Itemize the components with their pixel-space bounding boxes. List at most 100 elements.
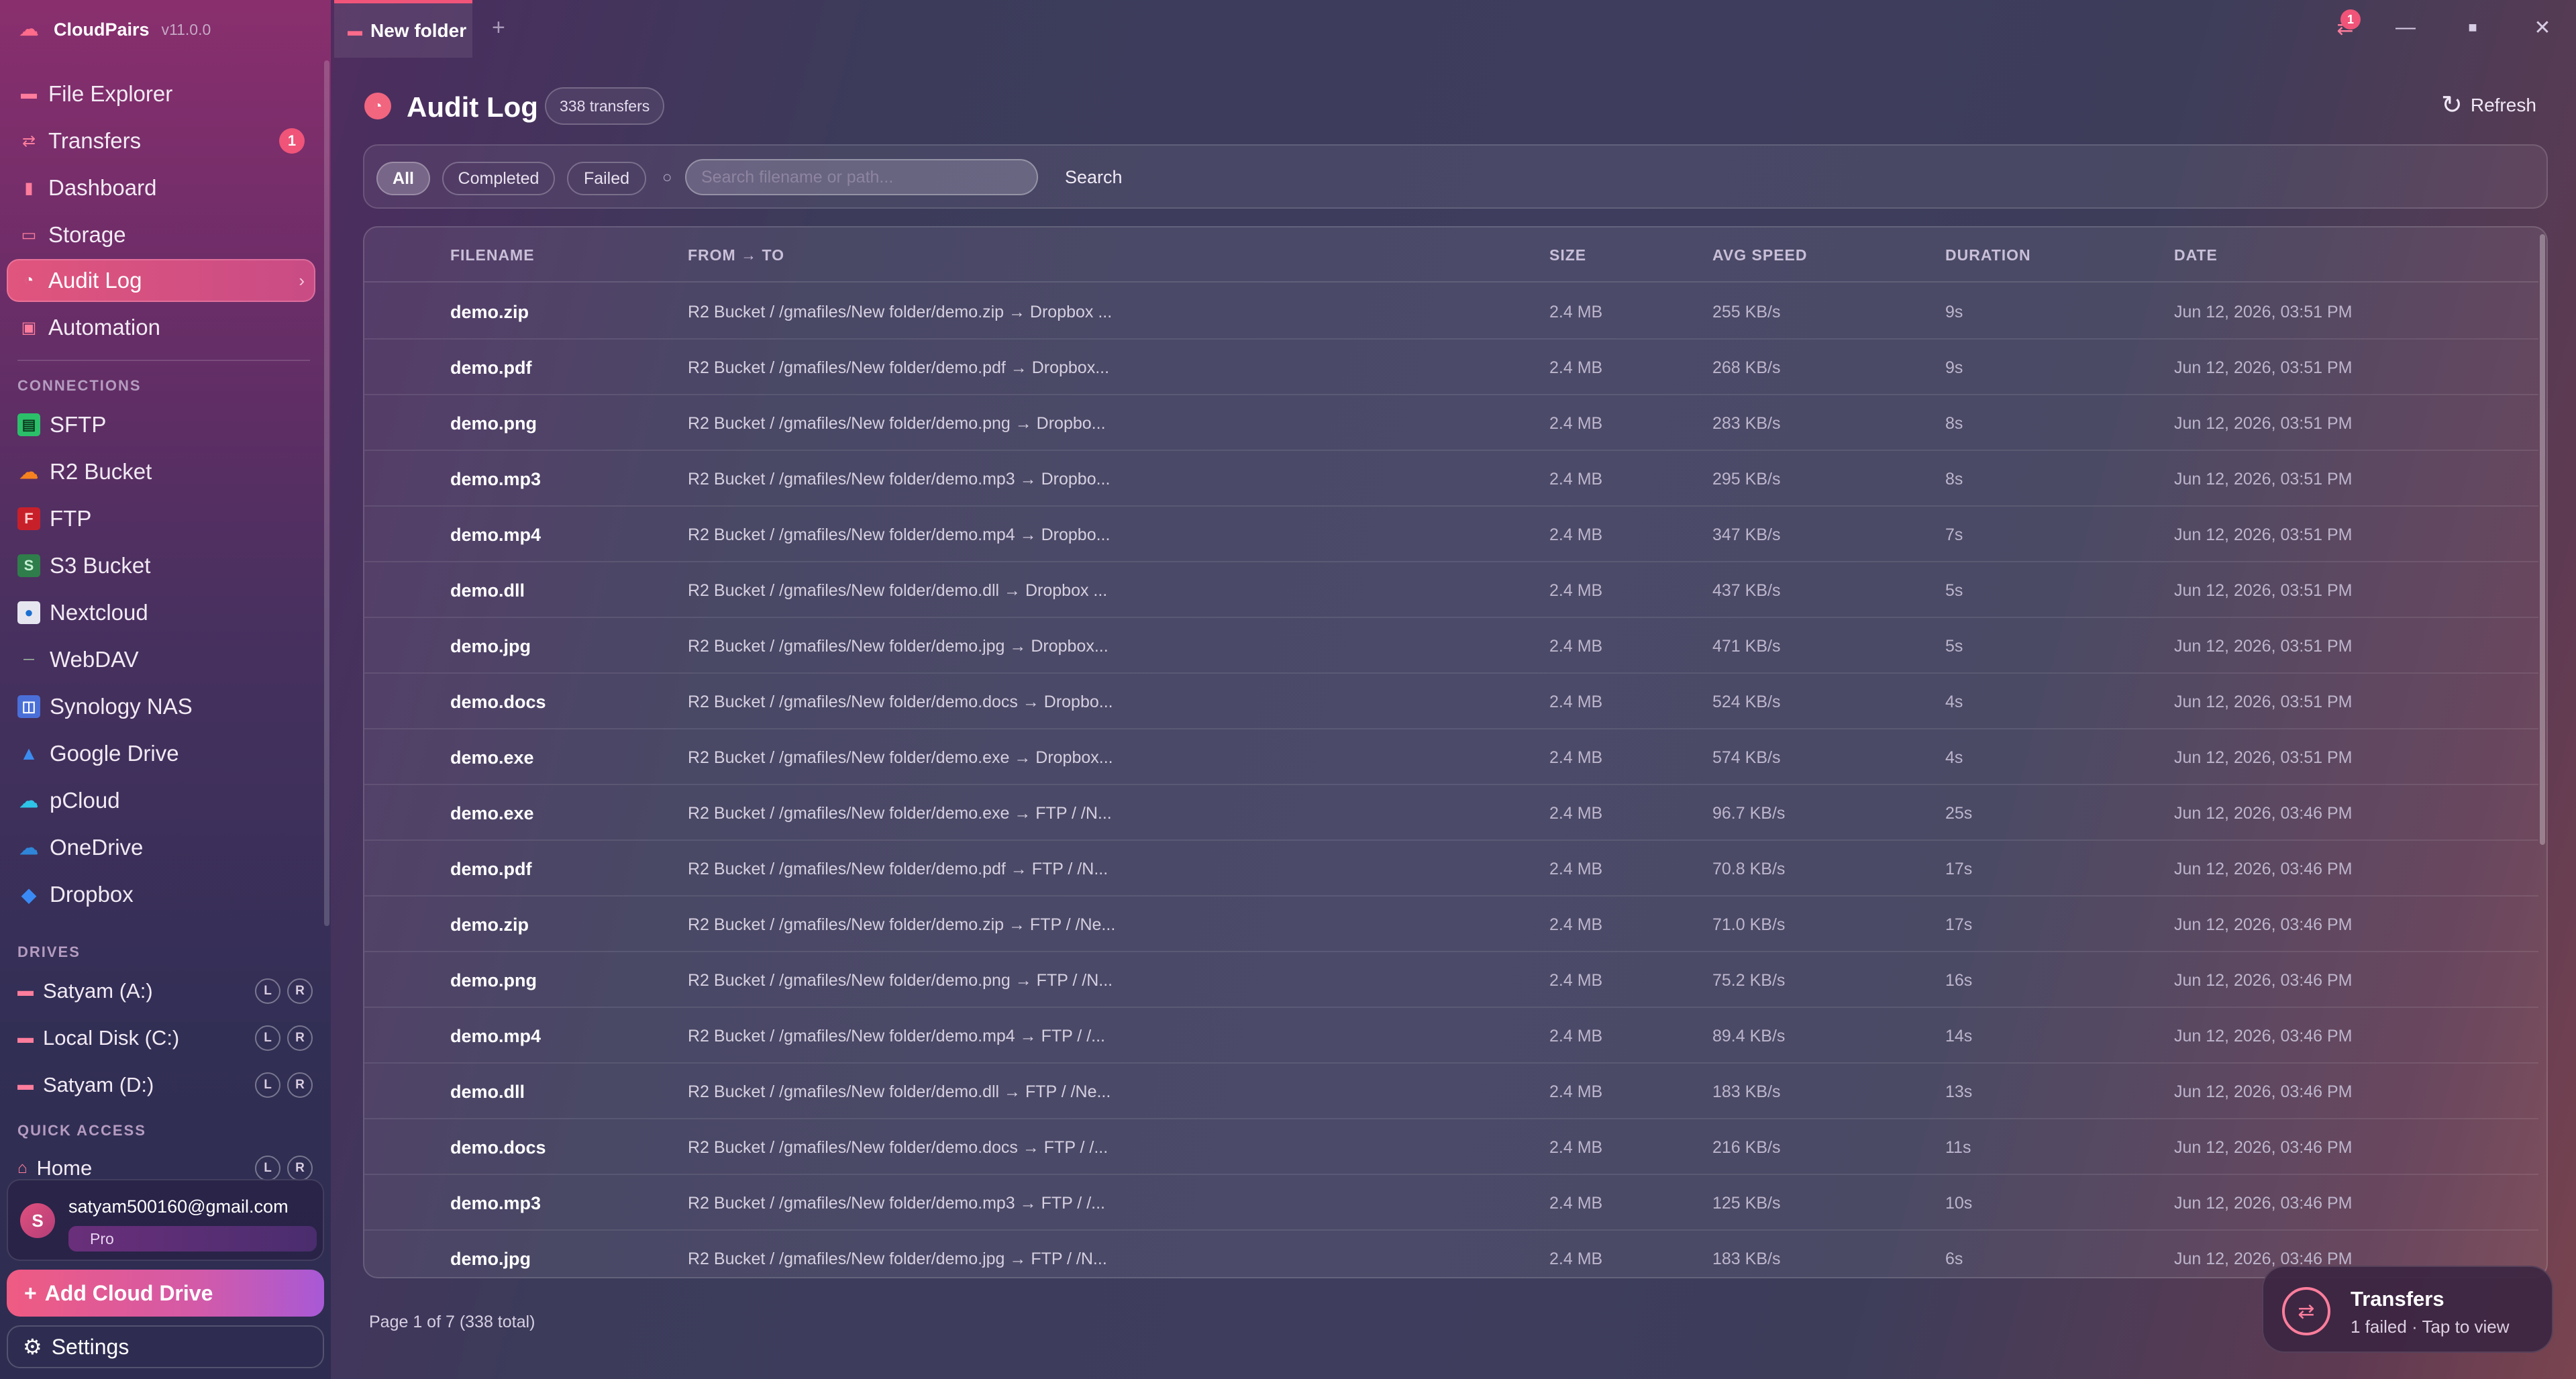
row-from-to: R2 Bucket / /gmafiles/New folder/demo.pn… [688,414,1106,433]
row-date: Jun 12, 2026, 03:46 PM [2174,1082,2353,1101]
nav-storage[interactable]: ▭ Storage [7,213,315,256]
row-duration: 5s [1945,581,1963,600]
drive-right-pane-button[interactable]: R [287,1025,313,1051]
table-row[interactable]: demo.jpg R2 Bucket / /gmafiles/New folder… [364,618,2538,674]
table-scrollbar[interactable] [2540,234,2545,845]
nav-audit-log[interactable]: ◔ Audit Log › [7,259,315,302]
row-date: Jun 12, 2026, 03:51 PM [2174,693,2353,711]
col-filename[interactable]: FILENAME [450,246,535,264]
row-date: Jun 12, 2026, 03:51 PM [2174,637,2353,656]
nav-transfers[interactable]: ⇄ Transfers 1 [7,119,315,162]
home-right-pane-button[interactable]: R [287,1156,313,1181]
app-name: CloudPairs [54,19,150,40]
filter-failed[interactable]: Failed [567,162,646,195]
conn-nextcloud[interactable]: ● Nextcloud [17,596,148,629]
col-duration[interactable]: DURATION [1945,246,2031,264]
table-header: FILENAME FROM → TO SIZE AVG SPEED DURATI… [364,227,2538,283]
webdav-icon: — [23,654,34,665]
drive-item[interactable]: ▬ Satyam (D:) LR [17,1068,313,1102]
filter-bar: All Completed Failed ○ Search [363,144,2548,209]
table-row[interactable]: demo.png R2 Bucket / /gmafiles/New folder… [364,395,2538,451]
search-input[interactable] [685,159,1038,195]
row-date: Jun 12, 2026, 03:51 PM [2174,581,2353,600]
table-row[interactable]: demo.mp4 R2 Bucket / /gmafiles/New folder… [364,1008,2538,1064]
conn-onedrive[interactable]: ☁ OneDrive [17,831,143,864]
nav-file-explorer[interactable]: ▬ File Explorer [7,72,315,115]
drive-item[interactable]: ▬ Satyam (A:) LR [17,974,313,1008]
table-row[interactable]: demo.dll R2 Bucket / /gmafiles/New folder… [364,1064,2538,1119]
new-tab-button[interactable]: + [492,15,505,41]
row-date: Jun 12, 2026, 03:51 PM [2174,748,2353,767]
quick-label: Home [36,1156,93,1180]
table-row[interactable]: demo.exe R2 Bucket / /gmafiles/New folder… [364,729,2538,785]
row-date: Jun 12, 2026, 03:51 PM [2174,358,2353,377]
settings-label: Settings [51,1334,130,1359]
nav-dashboard[interactable]: ▮ Dashboard [7,166,315,209]
col-size[interactable]: SIZE [1549,246,1586,264]
user-card[interactable]: S satyam500160@gmail.com Pro [7,1179,324,1261]
close-button[interactable]: ✕ [2526,11,2559,44]
search-button[interactable]: Search [1065,167,1123,188]
drive-left-pane-button[interactable]: L [255,1025,280,1051]
filter-completed[interactable]: Completed [442,162,555,195]
plan-badge: Pro [68,1226,317,1252]
table-row[interactable]: demo.pdf R2 Bucket / /gmafiles/New folder… [364,340,2538,395]
filter-all[interactable]: All [376,162,430,195]
table-row[interactable]: demo.png R2 Bucket / /gmafiles/New folder… [364,952,2538,1008]
table-row[interactable]: demo.zip R2 Bucket / /gmafiles/New folder… [364,284,2538,340]
table-row[interactable]: demo.zip R2 Bucket / /gmafiles/New folder… [364,897,2538,952]
conn-ftp[interactable]: F FTP [17,502,91,535]
section-drives: DRIVES [17,943,81,960]
maximize-button[interactable]: ■ [2456,11,2489,44]
conn-dropbox[interactable]: ◆ Dropbox [17,878,134,911]
dropbox-icon: ◆ [21,884,36,905]
table-row[interactable]: demo.pdf R2 Bucket / /gmafiles/New folder… [364,841,2538,897]
home-left-pane-button[interactable]: L [255,1156,280,1181]
row-filename: demo.docs [450,692,546,712]
drive-left-pane-button[interactable]: L [255,1072,280,1098]
row-duration: 4s [1945,748,1963,767]
drive-right-pane-button[interactable]: R [287,1072,313,1098]
automation-icon: ▣ [21,318,37,337]
add-cloud-drive-button[interactable]: + Add Cloud Drive [7,1270,324,1317]
col-date[interactable]: DATE [2174,246,2218,264]
drive-item[interactable]: ▬ Local Disk (C:) LR [17,1021,313,1055]
synology-icon: ◫ [17,695,40,718]
transfers-toast[interactable]: ⇄ Transfers 1 failed · Tap to view [2262,1266,2553,1353]
row-filename: demo.mp4 [450,1026,542,1046]
table-row[interactable]: demo.mp4 R2 Bucket / /gmafiles/New folder… [364,507,2538,562]
conn-sftp[interactable]: ▤ SFTP [17,408,106,442]
row-size: 2.4 MB [1549,1138,1603,1157]
row-filename: demo.png [450,413,537,433]
row-filename: demo.dll [450,580,525,601]
sidebar-scrollbar[interactable] [324,60,329,926]
table-row[interactable]: demo.mp3 R2 Bucket / /gmafiles/New folder… [364,1175,2538,1231]
conn-google-drive[interactable]: ▲ Google Drive [17,737,178,770]
conn-synology[interactable]: ◫ Synology NAS [17,690,193,723]
conn-s3-bucket[interactable]: S S3 Bucket [17,549,150,582]
audit-table: FILENAME FROM → TO SIZE AVG SPEED DURATI… [363,226,2548,1278]
conn-r2-bucket[interactable]: ☁ R2 Bucket [17,455,152,489]
drive-left-pane-button[interactable]: L [255,978,280,1004]
table-row[interactable]: demo.jpg R2 Bucket / /gmafiles/New folder… [364,1231,2538,1277]
table-row[interactable]: demo.docs R2 Bucket / /gmafiles/New folde… [364,674,2538,729]
plus-icon: + [24,1280,37,1305]
table-row[interactable]: demo.docs R2 Bucket / /gmafiles/New folde… [364,1119,2538,1175]
conn-webdav[interactable]: — WebDAV [17,643,139,676]
tab-new-folder[interactable]: ▬ New folder [334,0,472,58]
settings-button[interactable]: ⚙ Settings [7,1325,324,1368]
row-size: 2.4 MB [1549,971,1603,990]
table-row[interactable]: demo.mp3 R2 Bucket / /gmafiles/New folder… [364,451,2538,507]
row-from-to: R2 Bucket / /gmafiles/New folder/demo.mp… [688,525,1111,544]
table-row[interactable]: demo.exe R2 Bucket / /gmafiles/New folder… [364,785,2538,841]
row-duration: 6s [1945,1249,1963,1268]
col-from-to[interactable]: FROM → TO [688,246,784,264]
drive-right-pane-button[interactable]: R [287,978,313,1004]
refresh-button[interactable]: ↻ Refresh [2441,93,2536,118]
nav-automation[interactable]: ▣ Automation [7,306,315,349]
table-row[interactable]: demo.dll R2 Bucket / /gmafiles/New folder… [364,562,2538,618]
toast-subtitle: 1 failed · Tap to view [2351,1317,2510,1337]
conn-pcloud[interactable]: ☁ pCloud [17,784,120,817]
col-avg-speed[interactable]: AVG SPEED [1712,246,1808,264]
minimize-button[interactable]: — [2389,11,2422,44]
